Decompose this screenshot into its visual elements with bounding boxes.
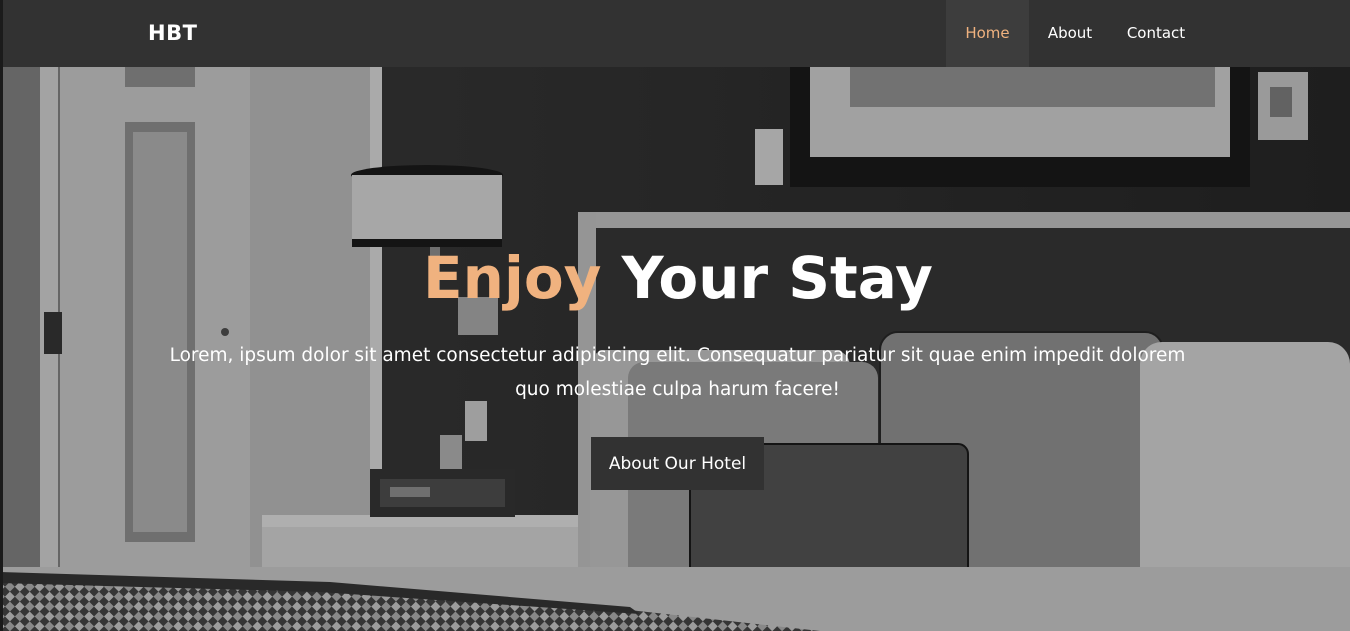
hero-title-accent: Enjoy xyxy=(423,244,602,312)
about-hotel-button[interactable]: About Our Hotel xyxy=(591,437,764,490)
nav-item-contact[interactable]: Contact xyxy=(1111,0,1201,67)
nav-item-home[interactable]: Home xyxy=(946,0,1029,67)
hero-section: Enjoy Your Stay Lorem, ipsum dolor sit a… xyxy=(0,67,1350,631)
hero-description: Lorem, ipsum dolor sit amet consectetur … xyxy=(169,345,1186,400)
hero-title: Enjoy Your Stay xyxy=(0,243,1350,313)
navbar: HBT Home About Contact xyxy=(0,0,1350,67)
page: HBT Home About Contact Enjoy Your Stay L… xyxy=(0,0,1350,631)
nav-menu: Home About Contact xyxy=(946,0,1201,67)
brand-logo[interactable]: HBT xyxy=(148,0,197,67)
hero-title-rest: Your Stay xyxy=(601,244,933,312)
nav-item-about[interactable]: About xyxy=(1029,0,1111,67)
window-edge xyxy=(0,0,3,631)
